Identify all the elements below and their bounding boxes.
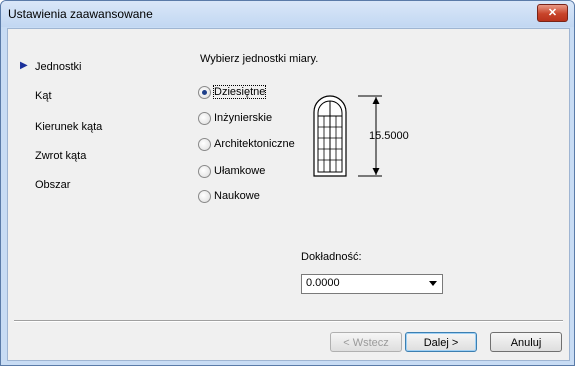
close-icon: ✕ [547,7,558,19]
units-prompt: Wybierz jednostki miary. [200,53,319,65]
radio-label: Ułamkowe [214,165,266,177]
radio-label: Dziesiętne [212,85,267,99]
precision-label: Dokładność: [301,251,362,263]
dialog-client-area: ▶ Jednostki Kąt Kierunek kąta Zwrot kąta… [7,28,570,361]
nav-item-obszar[interactable]: Obszar [35,179,70,191]
precision-dropdown[interactable]: 0.0000 [301,274,443,294]
radio-icon [198,190,211,203]
window-title: Ustawienia zaawansowane [8,7,153,21]
radio-label: Naukowe [214,190,260,202]
nav-item-kierunek-kata[interactable]: Kierunek kąta [35,121,102,133]
radio-icon [198,112,211,125]
chevron-down-icon [429,281,437,286]
back-button[interactable]: < Wstecz [330,332,402,352]
nav-item-zwrot-kata[interactable]: Zwrot kąta [35,150,86,162]
cancel-button[interactable]: Anuluj [490,332,562,352]
separator [14,320,563,322]
next-button[interactable]: Dalej > [405,332,477,352]
radio-icon [198,138,211,151]
precision-value: 0.0000 [306,277,340,289]
radio-icon [198,165,211,178]
window-preview-illustration: 15.5000 [313,95,409,177]
dialog-window: Ustawienia zaawansowane ✕ ▶ Jednostki Ką… [0,0,575,366]
nav-item-jednostki[interactable]: Jednostki [35,61,81,73]
close-button[interactable]: ✕ [537,4,568,22]
radio-label: Inżynierskie [214,112,273,124]
preview-dimension-label: 15.5000 [369,130,409,142]
radio-selected-icon [198,86,211,99]
title-bar[interactable]: Ustawienia zaawansowane ✕ [1,1,574,27]
nav-item-kat[interactable]: Kąt [35,90,52,102]
radio-label: Architektoniczne [214,138,295,150]
current-step-arrow-icon: ▶ [20,60,28,71]
